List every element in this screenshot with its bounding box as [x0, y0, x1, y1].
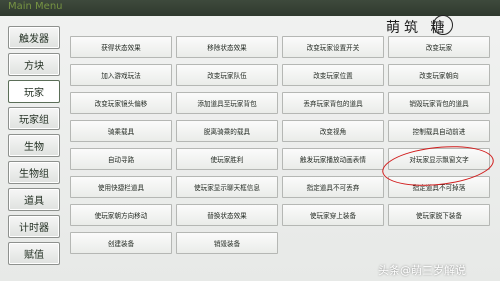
sidebar-item-timer[interactable]: 计时器: [8, 215, 60, 238]
watermark: 头条@萌三岁解说: [378, 264, 466, 277]
action-leave-vehicle[interactable]: 脱离骑乘的载具: [176, 120, 278, 142]
sidebar-item-block[interactable]: 方块: [8, 53, 60, 76]
sidebar-item-player-group[interactable]: 玩家组: [8, 107, 60, 130]
brand-circle-icon: [433, 15, 453, 35]
sidebar-item-trigger[interactable]: 触发器: [8, 26, 60, 49]
action-change-player-team[interactable]: 改变玩家队伍: [176, 64, 278, 86]
action-drop-backpack-item[interactable]: 丢弃玩家背包的道具: [282, 92, 384, 114]
action-ride-vehicle[interactable]: 骑乘载具: [70, 120, 172, 142]
action-destroy-backpack-item[interactable]: 销毁玩家背包的道具: [388, 92, 490, 114]
action-move-in-direction[interactable]: 使玩家朝方向移动: [70, 204, 172, 226]
action-change-view[interactable]: 改变视角: [282, 120, 384, 142]
sidebar-item-creature[interactable]: 生物: [8, 134, 60, 157]
sidebar-item-item[interactable]: 道具: [8, 188, 60, 211]
action-item-not-droppable[interactable]: 指定道具不可丢弃: [282, 176, 384, 198]
action-player-win[interactable]: 使玩家胜利: [176, 148, 278, 170]
action-change-player[interactable]: 改变玩家: [388, 36, 490, 58]
category-sidebar: 触发器 方块 玩家 玩家组 生物 生物组 道具 计时器 赋值: [8, 26, 60, 274]
sidebar-item-player[interactable]: 玩家: [8, 80, 60, 103]
action-equip-gear[interactable]: 使玩家穿上装备: [282, 204, 384, 226]
action-join-gameplay[interactable]: 加入游戏玩法: [70, 64, 172, 86]
sidebar-item-assign[interactable]: 赋值: [8, 242, 60, 265]
action-unequip-gear[interactable]: 使玩家脱下装备: [388, 204, 490, 226]
action-remove-status-effect[interactable]: 移除状态效果: [176, 36, 278, 58]
editor-window: Main Menu 萌筑 糖 触发器 方块 玩家 玩家组 生物 生物组 道具 计…: [0, 0, 500, 281]
action-destroy-gear[interactable]: 销毁装备: [176, 232, 278, 254]
action-change-player-position[interactable]: 改变玩家位置: [282, 64, 384, 86]
action-create-gear[interactable]: 创建装备: [70, 232, 172, 254]
action-get-status-effect[interactable]: 获得状态效果: [70, 36, 172, 58]
action-play-emote[interactable]: 触发玩家播放动画表情: [282, 148, 384, 170]
action-replace-status-effect[interactable]: 替换状态效果: [176, 204, 278, 226]
sidebar-item-creature-group[interactable]: 生物组: [8, 161, 60, 184]
action-add-item-to-backpack[interactable]: 添加道具至玩家背包: [176, 92, 278, 114]
action-vehicle-auto-forward[interactable]: 控制载具自动前进: [388, 120, 490, 142]
action-show-chat-message[interactable]: 使玩家显示聊天框信息: [176, 176, 278, 198]
title-bar-text: Main Menu: [8, 1, 63, 12]
action-change-player-setting-toggle[interactable]: 改变玩家设置开关: [282, 36, 384, 58]
action-change-camera-offset[interactable]: 改变玩家镜头偏移: [70, 92, 172, 114]
action-auto-pathfind[interactable]: 自动寻路: [70, 148, 172, 170]
action-change-player-facing[interactable]: 改变玩家朝向: [388, 64, 490, 86]
action-use-hotbar-item[interactable]: 使用快捷栏道具: [70, 176, 172, 198]
title-bar: Main Menu: [0, 0, 500, 16]
